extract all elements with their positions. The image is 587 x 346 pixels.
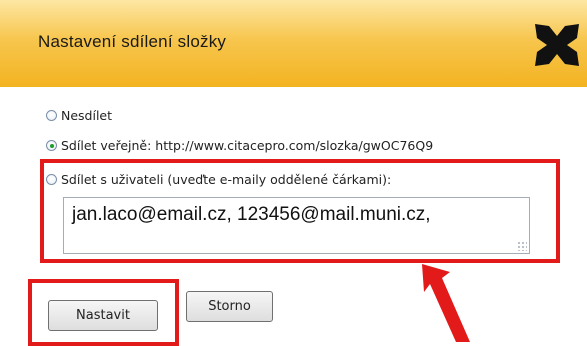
dialog-header: Nastavení sdílení složky <box>0 0 587 87</box>
option-sdilet-uzivatele-label: Sdílet s uživateli (uveďte e-maily odděl… <box>61 172 392 187</box>
storno-button[interactable]: Storno <box>186 291 273 322</box>
radio-sdilet-uzivatele[interactable] <box>46 174 57 185</box>
close-x-icon[interactable] <box>533 22 581 68</box>
nastavit-button[interactable]: Nastavit <box>48 300 158 331</box>
radio-sdilet-verejne[interactable] <box>46 140 57 151</box>
option-nesdilet[interactable]: Nesdílet <box>46 108 112 123</box>
option-sdilet-verejne[interactable]: Sdílet veřejně: http://www.citacepro.com… <box>46 138 433 153</box>
resize-grip-icon[interactable] <box>517 241 527 251</box>
dialog-title: Nastavení sdílení složky <box>38 32 227 51</box>
emails-textarea[interactable]: jan.laco@email.cz, 123456@mail.muni.cz, <box>63 197 530 254</box>
option-sdilet-uzivatele[interactable]: Sdílet s uživateli (uveďte e-maily odděl… <box>46 172 391 187</box>
option-nesdilet-label: Nesdílet <box>61 108 113 123</box>
emails-textarea-value: jan.laco@email.cz, 123456@mail.muni.cz, <box>72 204 431 225</box>
option-sdilet-verejne-label: Sdílet veřejně: http://www.citacepro.com… <box>61 138 434 153</box>
radio-nesdilet[interactable] <box>46 110 57 121</box>
red-arrow-icon <box>422 264 470 342</box>
